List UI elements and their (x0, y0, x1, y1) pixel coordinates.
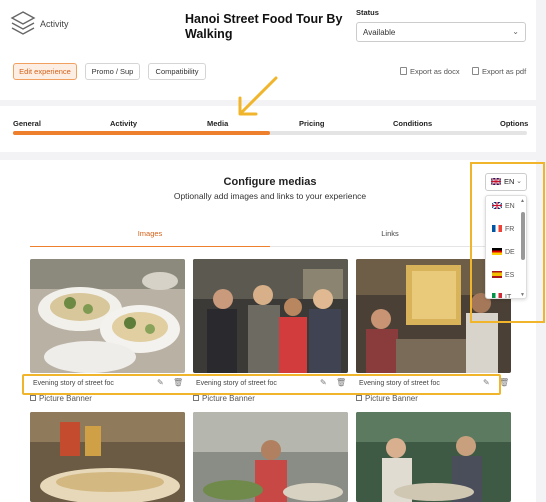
checkbox-icon (30, 395, 36, 401)
page: Activity Hanoi Street Food Tour By Walki… (0, 0, 546, 502)
language-option-label: DE (505, 249, 515, 256)
checkbox-icon (193, 395, 199, 401)
promo-sup-button[interactable]: Promo / Sup (85, 63, 140, 80)
uk-flag-icon (491, 178, 501, 185)
picture-banner-label: Picture Banner (39, 394, 92, 403)
chevron-down-icon: ⌄ (512, 27, 519, 36)
layers-icon (10, 11, 36, 35)
status-select[interactable]: Available ⌄ (356, 22, 526, 42)
language-dropdown: EN FR DE ES IT ▲ ▼ (485, 195, 527, 299)
status-value: Available (363, 28, 396, 37)
media-image[interactable] (193, 259, 348, 373)
picture-banner-label: Picture Banner (365, 394, 418, 403)
scroll-down-icon[interactable]: ▼ (520, 292, 525, 298)
export-docx-label: Export as docx (410, 67, 460, 76)
tab-options[interactable]: Options (500, 119, 528, 128)
picture-banner-label: Picture Banner (202, 394, 255, 403)
app-label: Activity (40, 19, 69, 29)
france-flag-icon (492, 225, 502, 232)
picture-banner-checkbox[interactable]: Picture Banner (356, 394, 418, 403)
annotation-arrow-icon (238, 76, 278, 116)
picture-banner-checkbox[interactable]: Picture Banner (193, 394, 255, 403)
export-pdf-link[interactable]: Export as pdf (472, 67, 526, 76)
chevron-down-icon: ⌄ (516, 178, 522, 185)
language-option-de[interactable]: DE (492, 248, 515, 256)
file-icon (400, 67, 407, 75)
file-icon (472, 67, 479, 75)
tab-images[interactable]: Images (30, 229, 270, 238)
language-selected: EN (504, 177, 515, 186)
media-image[interactable] (193, 412, 348, 502)
export-docx-link[interactable]: Export as docx (400, 67, 460, 76)
media-subheading: Optionally add images and links to your … (173, 191, 367, 201)
edit-experience-button[interactable]: Edit experience (13, 63, 77, 80)
uk-flag-icon (492, 202, 502, 209)
language-select[interactable]: EN ⌄ (485, 173, 527, 191)
language-option-label: FR (505, 226, 515, 233)
status-label: Status (356, 8, 379, 17)
page-title: Hanoi Street Food Tour By Walking (185, 12, 343, 41)
media-image[interactable] (356, 412, 511, 502)
language-option-en[interactable]: EN (492, 202, 515, 210)
language-option-label: ES (505, 272, 515, 279)
tab-activity[interactable]: Activity (110, 119, 137, 128)
media-heading: Configure medias (223, 176, 317, 188)
progress-fill (13, 131, 270, 135)
images-tab-underline (30, 246, 270, 247)
tab-general[interactable]: General (13, 119, 41, 128)
picture-banner-checkbox[interactable]: Picture Banner (30, 394, 92, 403)
dropdown-scrollbar[interactable] (521, 212, 525, 260)
tab-conditions[interactable]: Conditions (393, 119, 432, 128)
export-pdf-label: Export as pdf (482, 67, 527, 76)
media-image[interactable] (30, 259, 185, 373)
progress-track (13, 131, 527, 135)
germany-flag-icon (492, 248, 502, 255)
scroll-up-icon[interactable]: ▲ (520, 198, 525, 204)
language-option-it[interactable]: IT (492, 293, 512, 299)
tab-pricing[interactable]: Pricing (299, 119, 324, 128)
compatibility-button[interactable]: Compatibility (148, 63, 206, 80)
italy-flag-icon (492, 293, 502, 298)
language-option-label: IT (505, 294, 512, 299)
checkbox-icon (356, 395, 362, 401)
language-option-es[interactable]: ES (492, 271, 514, 279)
media-image[interactable] (30, 412, 185, 502)
caption-highlight-box (22, 374, 501, 395)
language-option-label: EN (505, 203, 515, 210)
tab-media[interactable]: Media (207, 119, 228, 128)
language-option-fr[interactable]: FR (492, 225, 514, 233)
spain-flag-icon (492, 271, 502, 278)
